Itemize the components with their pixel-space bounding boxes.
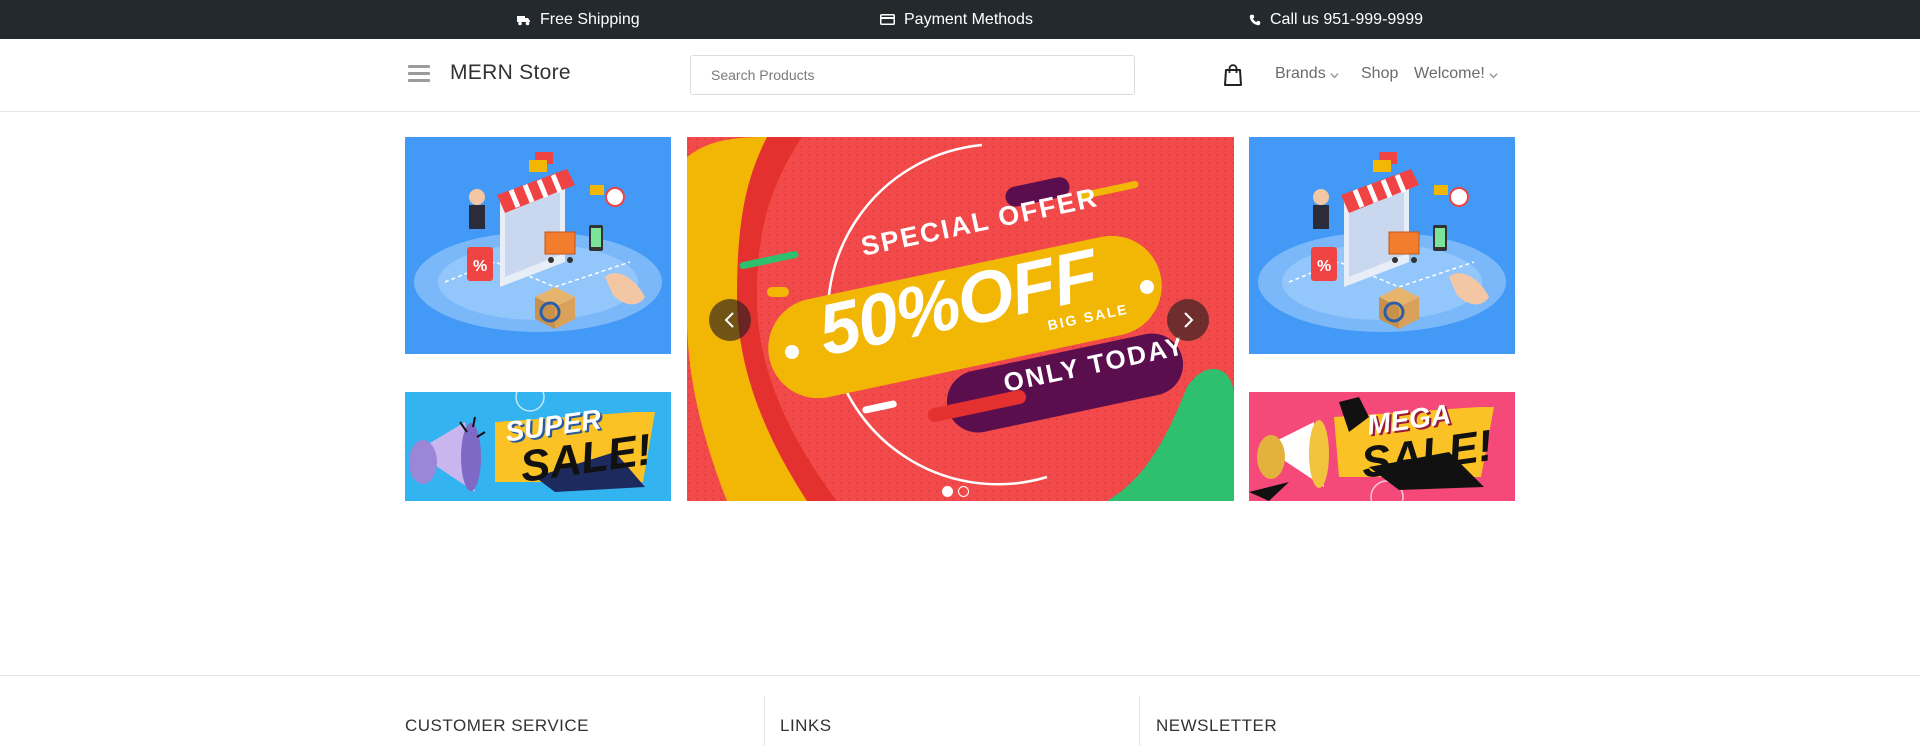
payment-methods-label: Payment Methods xyxy=(904,10,1033,28)
welcome-label: Welcome! xyxy=(1414,65,1485,82)
cart-button[interactable] xyxy=(1223,64,1243,86)
payment-methods-item: Payment Methods xyxy=(880,0,1033,39)
call-us-label: Call us 951-999-9999 xyxy=(1270,10,1423,28)
shopping-bag-icon xyxy=(1224,64,1242,86)
footer-customer-service-heading: CUSTOMER SERVICE xyxy=(405,716,590,735)
slider-dot-1[interactable] xyxy=(942,486,953,497)
free-shipping-item: Free Shipping xyxy=(517,0,640,39)
footer-divider xyxy=(764,696,765,746)
footer-newsletter-heading: NEWSLETTER xyxy=(1156,716,1278,735)
truck-icon xyxy=(517,15,530,25)
shop-illustration-left[interactable]: % xyxy=(405,137,671,354)
online-shop-illustration: % xyxy=(414,152,662,332)
footer-divider xyxy=(1139,696,1140,746)
menu-icon[interactable] xyxy=(408,65,430,85)
online-shop-illustration: % xyxy=(1258,152,1506,332)
call-us-item: Call us 951-999-9999 xyxy=(1249,0,1423,39)
slider-prev-button[interactable] xyxy=(709,299,751,341)
brands-label: Brands xyxy=(1275,65,1326,82)
slider-dots xyxy=(942,486,969,497)
brands-dropdown[interactable]: Brands xyxy=(1275,65,1339,83)
super-sale-banner[interactable]: SUPER SALE! xyxy=(405,392,671,501)
welcome-dropdown[interactable]: Welcome! xyxy=(1414,65,1498,83)
search-input[interactable] xyxy=(690,55,1135,95)
footer-links-heading: LINKS xyxy=(780,716,832,735)
mega-sale-banner[interactable]: MEGA SALE! xyxy=(1249,392,1515,501)
chevron-left-icon xyxy=(724,312,734,328)
credit-card-icon xyxy=(880,14,895,25)
shop-label: Shop xyxy=(1361,65,1399,82)
chevron-down-icon xyxy=(1330,72,1339,78)
promo-slider[interactable]: SPECIAL OFFER 50%OFF BIG SALE ONLY TODAY xyxy=(687,137,1234,501)
svg-text:%: % xyxy=(473,258,487,275)
shop-illustration-right[interactable]: % xyxy=(1249,137,1515,354)
chevron-right-icon xyxy=(1184,312,1194,328)
slider-dot-2[interactable] xyxy=(958,486,969,497)
main-header: MERN Store Brands Shop Welcome! xyxy=(0,39,1920,112)
chevron-down-icon xyxy=(1489,72,1498,78)
phone-icon xyxy=(1249,14,1261,25)
store-logo[interactable]: MERN Store xyxy=(450,61,571,85)
hero-section: % SUPER SALE! SPECIAL OFFER 50%OFF BIG S… xyxy=(0,137,1920,502)
top-bar: Free Shipping Payment Methods Call us 95… xyxy=(0,0,1920,39)
slider-next-button[interactable] xyxy=(1167,299,1209,341)
svg-text:%: % xyxy=(1317,258,1331,275)
footer: CUSTOMER SERVICE LINKS NEWSLETTER xyxy=(0,675,1920,746)
shop-link[interactable]: Shop xyxy=(1361,65,1398,83)
free-shipping-label: Free Shipping xyxy=(540,10,640,28)
